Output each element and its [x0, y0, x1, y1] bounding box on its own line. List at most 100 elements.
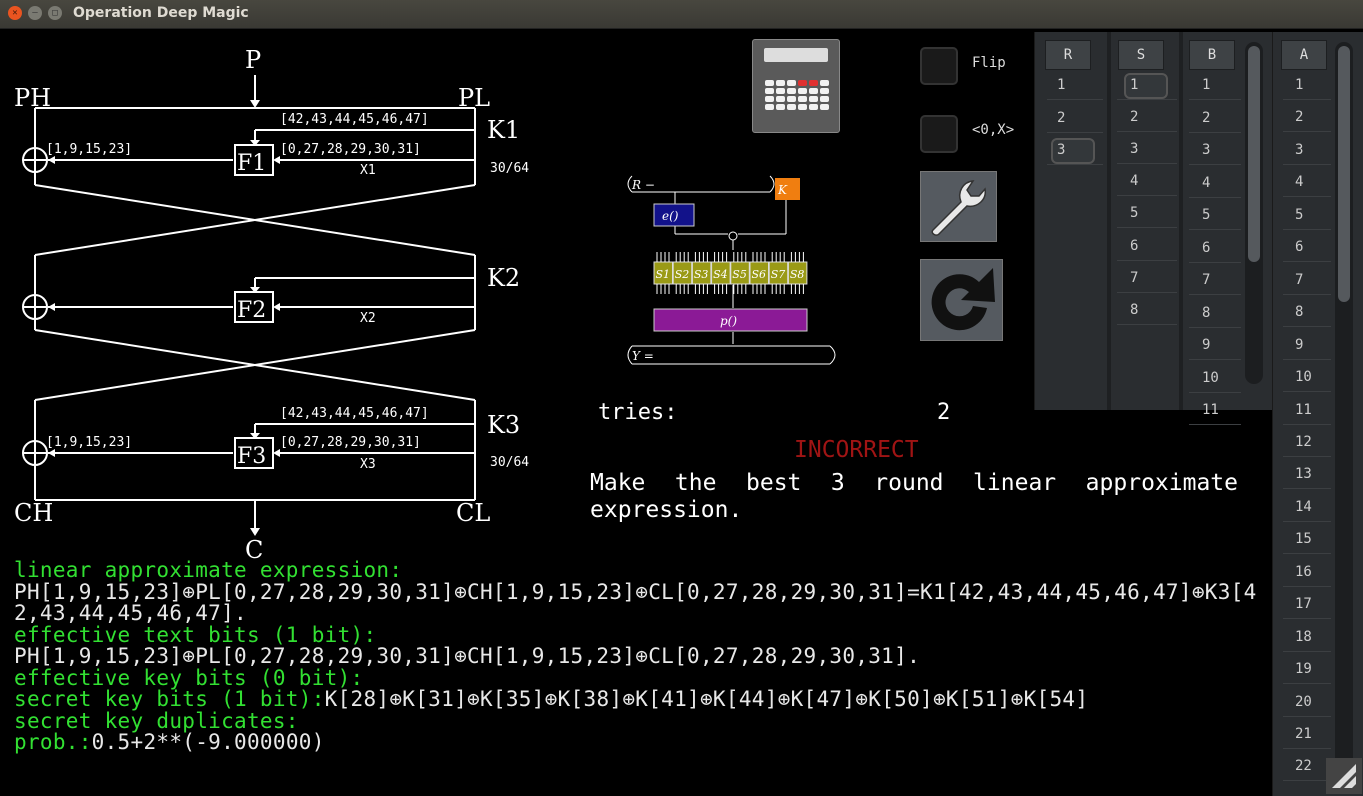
s-list-item[interactable]: 7 [1130, 270, 1138, 286]
flip-checkbox[interactable] [920, 47, 958, 85]
b-scroll-thumb[interactable] [1248, 46, 1260, 262]
a-list-item[interactable]: 11 [1295, 402, 1312, 418]
header-r: R [1045, 40, 1091, 70]
label-k: K [777, 183, 788, 197]
close-icon[interactable]: ✕ [8, 6, 22, 20]
b-list-item[interactable]: 11 [1202, 402, 1219, 418]
b-list-item[interactable]: 8 [1202, 305, 1210, 321]
b-list-item[interactable]: 6 [1202, 240, 1210, 256]
s-list-item[interactable]: 2 [1130, 109, 1138, 125]
s-list-item[interactable]: 1 [1130, 77, 1138, 93]
s-list-item[interactable]: 3 [1130, 141, 1138, 157]
r-list-item[interactable]: 3 [1057, 142, 1065, 158]
zero-x-label: <0,X> [972, 122, 1014, 138]
label-cl: CL [456, 499, 490, 527]
label-k3: K3 [487, 411, 520, 439]
window-title: Operation Deep Magic [73, 5, 249, 21]
etb-title: effective text bits (1 bit): [14, 625, 1264, 647]
s-list-item[interactable]: 5 [1130, 205, 1138, 221]
a-list-item[interactable]: 18 [1295, 629, 1312, 645]
tries-label: tries: [598, 400, 677, 425]
instruction-text: Make the best 3 round linear approximate… [590, 470, 1238, 524]
b-list-item[interactable]: 2 [1202, 110, 1210, 126]
lae-text: PH[1,9,15,23]⊕PL[0,27,28,29,30,31]⊕CH[1,… [14, 582, 1264, 625]
a-list-item[interactable]: 2 [1295, 109, 1303, 125]
maximize-icon[interactable]: □ [48, 6, 62, 20]
rsb-panel: R S B 123 12345678 1234567891011 [1034, 32, 1273, 410]
sbox-label: S6 [752, 268, 767, 281]
a-list-item[interactable]: 16 [1295, 564, 1312, 580]
a-list-item[interactable]: 8 [1295, 304, 1303, 320]
label-f1: F1 [237, 151, 266, 176]
label-ch: CH [14, 499, 53, 527]
calculator-keys [765, 80, 827, 110]
a-list-item[interactable]: 21 [1295, 726, 1312, 742]
verdict-text: INCORRECT [794, 437, 919, 463]
a-scroll-thumb[interactable] [1338, 46, 1350, 302]
a-list-item[interactable]: 1 [1295, 77, 1303, 93]
label-k1: K1 [487, 116, 520, 144]
etb-text: PH[1,9,15,23]⊕PL[0,27,28,29,30,31]⊕CH[1,… [14, 646, 1264, 668]
a-list-item[interactable]: 20 [1295, 694, 1312, 710]
a-panel: A 12345678910111213141516171819202122 [1272, 32, 1363, 796]
label-ph: PH [14, 84, 51, 112]
a-list-item[interactable]: 13 [1295, 466, 1312, 482]
lae-title: linear approximate expression: [14, 560, 1264, 582]
a-list-item[interactable]: 19 [1295, 661, 1312, 677]
a-list-item[interactable]: 15 [1295, 531, 1312, 547]
s-list-item[interactable]: 8 [1130, 302, 1138, 318]
sbox-label: S3 [694, 268, 709, 281]
calculator-icon [764, 48, 828, 62]
r-list-item[interactable]: 1 [1057, 77, 1065, 93]
label-x2: X2 [360, 311, 376, 326]
zero-x-checkbox[interactable] [920, 115, 958, 153]
a-list-item[interactable]: 7 [1295, 272, 1303, 288]
a-list-item[interactable]: 6 [1295, 239, 1303, 255]
a-list-item[interactable]: 17 [1295, 596, 1312, 612]
a-list-item[interactable]: 4 [1295, 174, 1303, 190]
reset-button[interactable] [920, 259, 1003, 341]
a-list-item[interactable]: 5 [1295, 207, 1303, 223]
b-list-item[interactable]: 7 [1202, 272, 1210, 288]
wrench-icon [921, 172, 996, 241]
a-list-item[interactable]: 14 [1295, 499, 1312, 515]
a-list-item[interactable]: 3 [1295, 142, 1303, 158]
s-list-item[interactable]: 4 [1130, 173, 1138, 189]
sbox-row: S1S2S3S4S5S6S7S8 [654, 252, 807, 294]
r3-key-mask: [42,43,44,45,46,47] [280, 406, 429, 421]
r3-out-mask: [1,9,15,23] [46, 435, 132, 450]
r1-key-mask: [42,43,44,45,46,47] [280, 112, 429, 127]
b-list-item[interactable]: 4 [1202, 175, 1210, 191]
header-s: S [1118, 40, 1164, 70]
b-list-item[interactable]: 1 [1202, 77, 1210, 93]
sbox-label: S7 [771, 268, 786, 281]
result-panel: linear approximate expression: PH[1,9,15… [14, 560, 1264, 754]
b-list-item[interactable]: 3 [1202, 142, 1210, 158]
prob-title: prob.: [14, 730, 92, 754]
flip-label: Flip [972, 55, 1006, 71]
label-f3: F3 [237, 444, 266, 469]
wrench-button[interactable] [920, 171, 997, 242]
a-scrollbar[interactable] [1335, 42, 1353, 782]
des-f-diagram: R − K e() S1S2S3S4S5S6S7S8 p() Y = [620, 170, 845, 370]
feistel-diagram: P PH PL K1 F1 [42,43,44,45,46,47] [0,27,… [0, 28, 560, 568]
title-bar: ✕ – □ Operation Deep Magic [0, 0, 1363, 29]
minimize-icon[interactable]: – [28, 6, 42, 20]
sbox-label: S8 [790, 268, 805, 281]
dup-title: secret key duplicates: [14, 711, 1264, 733]
b-list-item[interactable]: 10 [1202, 370, 1219, 386]
resize-grip-icon[interactable] [1326, 758, 1362, 794]
s-list-item[interactable]: 6 [1130, 238, 1138, 254]
a-list-item[interactable]: 10 [1295, 369, 1312, 385]
a-list-item[interactable]: 22 [1295, 758, 1312, 774]
b-scrollbar[interactable] [1245, 42, 1263, 384]
label-f2: F2 [237, 298, 266, 323]
r-list-item[interactable]: 2 [1057, 110, 1065, 126]
b-list-item[interactable]: 5 [1202, 207, 1210, 223]
label-y: Y = [632, 349, 654, 363]
sbox-label: S2 [675, 268, 690, 281]
a-list-item[interactable]: 12 [1295, 434, 1312, 450]
calculator-button[interactable] [752, 39, 840, 133]
a-list-item[interactable]: 9 [1295, 337, 1303, 353]
b-list-item[interactable]: 9 [1202, 337, 1210, 353]
